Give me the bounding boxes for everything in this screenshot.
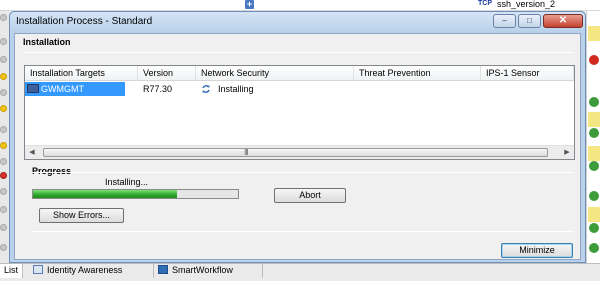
- network-security-status: Installing: [218, 84, 254, 94]
- status-icon: [0, 224, 7, 231]
- accept-icon: [589, 223, 599, 233]
- accept-icon: [589, 161, 599, 171]
- status-icon: [0, 142, 7, 149]
- section-divider: [23, 52, 574, 53]
- target-cell[interactable]: GWMGMT: [25, 82, 125, 96]
- status-icon: [0, 73, 7, 80]
- dialog-title: Installation Process - Standard: [16, 16, 153, 27]
- accept-icon: [589, 191, 599, 201]
- horizontal-scrollbar[interactable]: ◀ III ▶: [25, 145, 574, 159]
- tcp-protocol-icon: TCP: [478, 0, 492, 7]
- version-cell: R77.30: [143, 84, 173, 94]
- status-icon: [0, 244, 7, 251]
- window-maximize-button[interactable]: □: [518, 14, 541, 28]
- accept-icon: [589, 243, 599, 253]
- background-left-column: [0, 11, 9, 263]
- status-icon: [0, 105, 7, 112]
- column-header-version[interactable]: Version: [138, 66, 196, 81]
- column-header-ips1-sensor[interactable]: IPS-1 Sensor: [481, 66, 574, 81]
- section-divider: [32, 172, 574, 173]
- progress-section-title: Progress: [32, 166, 72, 176]
- abort-button[interactable]: Abort: [274, 188, 346, 203]
- scroll-left-icon[interactable]: ◀: [25, 146, 39, 160]
- status-icon: [0, 89, 7, 96]
- status-icon: [0, 14, 7, 21]
- tab-label: SmartWorkflow: [172, 265, 233, 275]
- section-divider: [32, 231, 574, 232]
- ips1-sensor-cell: [481, 82, 574, 96]
- status-icon: [0, 188, 7, 195]
- background-right-column: [586, 11, 600, 263]
- status-icon: [0, 206, 7, 213]
- progress-bar-fill: [33, 190, 177, 198]
- service-name: ssh_version_2: [497, 0, 556, 9]
- minimize-button[interactable]: Minimize: [501, 243, 573, 258]
- table-header: Installation Targets Version Network Sec…: [25, 66, 574, 81]
- tab-label: Identity Awareness: [47, 265, 123, 275]
- accept-icon: [589, 128, 599, 138]
- background-toolbar: + TCP ssh_version_2: [0, 0, 600, 11]
- rule-row: [588, 112, 600, 127]
- table-row[interactable]: GWMGMT R77.30 Installing: [25, 82, 574, 96]
- dialog-title-bar[interactable]: Installation Process - Standard – □ ✕: [10, 12, 585, 32]
- installation-section-title: Installation: [23, 37, 71, 47]
- column-header-threat-prevention[interactable]: Threat Prevention: [354, 66, 481, 81]
- expand-icon[interactable]: +: [245, 0, 254, 9]
- installing-spinner-icon: [202, 85, 210, 93]
- window-minimize-button[interactable]: –: [493, 14, 516, 28]
- status-icon: [0, 126, 7, 133]
- installation-targets-table: Installation Targets Version Network Sec…: [24, 65, 575, 160]
- threat-prevention-cell: [354, 82, 481, 96]
- target-name: GWMGMT: [41, 84, 84, 94]
- column-header-network-security[interactable]: Network Security: [196, 66, 354, 81]
- window-close-button[interactable]: ✕: [543, 14, 583, 28]
- rule-row: [588, 146, 600, 161]
- show-errors-button[interactable]: Show Errors...: [39, 208, 124, 223]
- bottom-tab-bar: List Identity Awareness SmartWorkflow: [0, 263, 600, 281]
- status-icon: [0, 38, 7, 45]
- rule-row: [588, 26, 600, 41]
- scroll-right-icon[interactable]: ▶: [560, 146, 574, 160]
- status-icon: [0, 56, 7, 63]
- network-security-cell: Installing: [196, 82, 354, 96]
- accept-icon: [589, 97, 599, 107]
- progress-bar: [32, 189, 239, 199]
- gateway-icon: [27, 84, 39, 93]
- identity-awareness-icon: [33, 265, 43, 274]
- scrollbar-thumb[interactable]: III: [43, 148, 548, 157]
- column-header-installation-targets[interactable]: Installation Targets: [25, 66, 138, 81]
- progress-status-text: Installing...: [105, 177, 149, 187]
- tab-smartworkflow[interactable]: SmartWorkflow: [155, 264, 263, 278]
- status-icon: [0, 158, 7, 165]
- drop-icon: [589, 55, 599, 65]
- dialog-content: Installation Installation Targets Versio…: [14, 33, 581, 260]
- tab-identity-awareness[interactable]: Identity Awareness: [30, 264, 154, 278]
- smartworkflow-icon: [158, 265, 168, 274]
- installation-process-dialog: Installation Process - Standard – □ ✕ In…: [9, 11, 586, 263]
- scrollbar-grip: III: [244, 148, 249, 157]
- tab-list[interactable]: List: [0, 264, 24, 278]
- rule-row: [588, 207, 600, 222]
- status-icon: [0, 172, 7, 179]
